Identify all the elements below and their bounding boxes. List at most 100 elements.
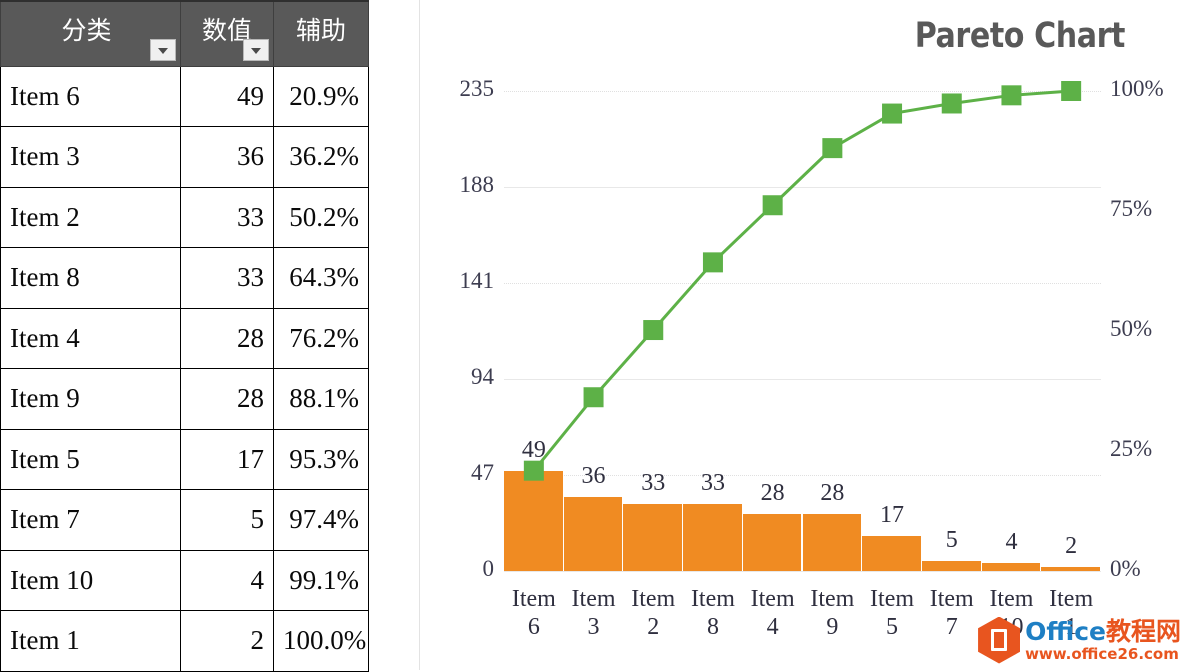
- x-axis-tick-label: Item 4: [750, 586, 795, 641]
- bar-label: 5: [945, 526, 958, 553]
- cell-category: Item 2: [0, 186, 181, 248]
- line-marker[interactable]: [1001, 85, 1022, 106]
- chart-title: Pareto Chart: [914, 16, 1126, 56]
- chart-panel: Pareto Chart 0 47 94 141 188 235 0% 25% 50% 75% 1…: [419, 0, 1185, 670]
- y-axis-right-tick: 50%: [1110, 316, 1153, 341]
- cell-category: Item 5: [0, 428, 181, 490]
- table-row[interactable]: Item 1 2 100.0%: [0, 610, 369, 672]
- line-marker[interactable]: [882, 103, 903, 124]
- cell-value: 5: [180, 489, 274, 551]
- cell-category: Item 1: [0, 610, 181, 672]
- table-row[interactable]: Item 7 5 97.4%: [0, 489, 369, 551]
- bar-label: 33: [641, 469, 666, 496]
- cell-value: 49: [180, 65, 274, 127]
- data-table-panel: 分类 数值 辅助 Item 6 49 20.9% Item 3 36 36.2%…: [0, 0, 369, 672]
- table-row[interactable]: Item 3 36 36.2%: [0, 126, 369, 188]
- line-marker[interactable]: [941, 93, 962, 114]
- pareto-chart-screen: 分类 数值 辅助 Item 6 49 20.9% Item 3 36 36.2%…: [0, 0, 1185, 672]
- y-axis-left-tick: 94: [471, 364, 494, 389]
- table-row[interactable]: Item 4 28 76.2%: [0, 307, 369, 369]
- cell-percent: 36.2%: [273, 126, 369, 188]
- x-axis-tick-label: Item 3: [571, 586, 616, 641]
- cell-percent: 97.4%: [273, 489, 369, 551]
- watermark: Office教程网 www.office26.com: [978, 612, 1181, 668]
- watermark-brand-en: Office: [1025, 616, 1106, 646]
- gridline: [504, 571, 1101, 572]
- column-header-category-label: 分类: [61, 16, 112, 46]
- cell-value: 36: [180, 126, 274, 188]
- line-marker[interactable]: [1061, 81, 1082, 101]
- table-header-row: 分类 数值 辅助: [0, 0, 369, 67]
- plot-area: 49 36 33 33 28 28 17 5 4 2: [504, 81, 1101, 572]
- y-axis-left-tick: 188: [459, 172, 495, 197]
- y-axis-right-tick: 25%: [1110, 436, 1153, 461]
- x-axis-tick-label: Item 2: [631, 586, 676, 641]
- cell-percent: 100.0%: [273, 610, 369, 672]
- cell-percent: 64.3%: [273, 247, 369, 309]
- x-axis-tick-label: Item 5: [870, 586, 915, 641]
- watermark-brand: Office教程网: [1025, 619, 1181, 644]
- y-axis-left-tick: 0: [482, 556, 495, 581]
- table-body: Item 6 49 20.9% Item 3 36 36.2% Item 2 3…: [0, 65, 369, 672]
- watermark-brand-cn: 教程网: [1105, 616, 1181, 646]
- line-marker[interactable]: [822, 138, 843, 159]
- y-axis-right-tick: 75%: [1110, 196, 1153, 221]
- y-axis-left-tick: 141: [459, 268, 495, 293]
- bar-label: 28: [760, 479, 785, 506]
- table-row[interactable]: Item 8 33 64.3%: [0, 247, 369, 309]
- cell-percent: 88.1%: [273, 368, 369, 430]
- y-axis-right-tick: 0%: [1110, 556, 1141, 581]
- line-marker[interactable]: [762, 195, 783, 216]
- watermark-text: Office教程网 www.office26.com: [1025, 619, 1181, 662]
- x-axis-tick-label: Item 7: [929, 586, 974, 641]
- table-header: 分类 数值 辅助: [0, 0, 369, 67]
- table-row[interactable]: Item 2 33 50.2%: [0, 186, 369, 248]
- filter-dropdown-icon-value[interactable]: [243, 38, 269, 61]
- watermark-url: www.office26.com: [1025, 644, 1179, 663]
- cell-value: 33: [180, 247, 274, 309]
- cell-category: Item 7: [0, 489, 181, 551]
- bar-label: 33: [700, 469, 725, 496]
- cell-category: Item 4: [0, 307, 181, 369]
- cell-category: Item 10: [0, 549, 181, 611]
- bar-label: 36: [581, 463, 606, 490]
- column-header-auxiliary-label: 辅助: [295, 16, 346, 46]
- bar-label: 17: [880, 502, 905, 529]
- bar-label: 4: [1005, 528, 1018, 555]
- bar-label: 28: [820, 479, 845, 506]
- pareto-data-table: 分类 数值 辅助 Item 6 49 20.9% Item 3 36 36.2%…: [0, 0, 369, 672]
- filter-dropdown-icon-category[interactable]: [150, 38, 176, 61]
- cell-category: Item 8: [0, 247, 181, 309]
- table-row[interactable]: Item 10 4 99.1%: [0, 549, 369, 611]
- cell-value: 17: [180, 428, 274, 490]
- cell-percent: 95.3%: [273, 428, 369, 490]
- cell-value: 33: [180, 186, 274, 248]
- cell-value: 4: [180, 549, 274, 611]
- cell-category: Item 6: [0, 65, 181, 127]
- column-header-auxiliary[interactable]: 辅助: [273, 0, 369, 67]
- bar-label: 49: [521, 436, 546, 463]
- cell-percent: 20.9%: [273, 65, 369, 127]
- table-row[interactable]: Item 5 17 95.3%: [0, 428, 369, 490]
- table-row[interactable]: Item 9 28 88.1%: [0, 368, 369, 430]
- column-header-category[interactable]: 分类: [0, 0, 181, 67]
- cell-percent: 99.1%: [273, 549, 369, 611]
- line-marker[interactable]: [643, 320, 664, 341]
- column-header-value[interactable]: 数值: [180, 0, 274, 67]
- bar-label: 2: [1065, 532, 1078, 559]
- cumulative-line: [532, 89, 1072, 472]
- cell-category: Item 3: [0, 126, 181, 188]
- cell-value: 28: [180, 368, 274, 430]
- cell-category: Item 9: [0, 368, 181, 430]
- x-axis-tick-label: Item 8: [690, 586, 735, 641]
- line-marker[interactable]: [702, 252, 723, 273]
- y-axis-right-tick: 100%: [1110, 76, 1164, 101]
- y-axis-left-tick: 47: [471, 460, 494, 485]
- cell-value: 28: [180, 307, 274, 369]
- cell-percent: 50.2%: [273, 186, 369, 248]
- x-axis-tick-label: Item 6: [511, 586, 556, 641]
- x-axis-tick-label: Item 9: [810, 586, 855, 641]
- line-marker[interactable]: [583, 387, 604, 408]
- table-row[interactable]: Item 6 49 20.9%: [0, 65, 369, 127]
- cell-percent: 76.2%: [273, 307, 369, 369]
